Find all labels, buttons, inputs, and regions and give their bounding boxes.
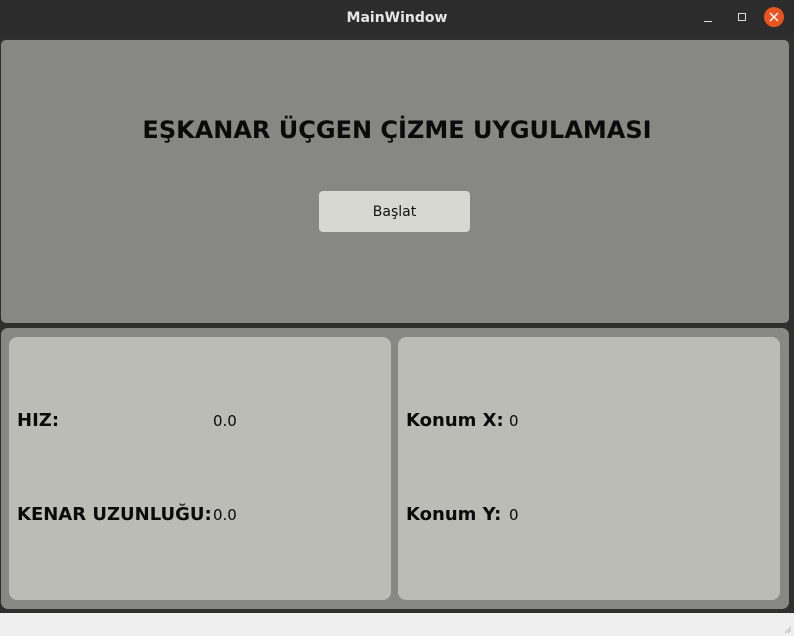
close-icon[interactable] [764, 7, 784, 27]
side-length-label: KENAR UZUNLUĞU: [17, 504, 212, 525]
minimize-icon[interactable] [696, 6, 720, 30]
status-bar [0, 613, 794, 636]
position-y-label: Konum Y: [406, 504, 502, 525]
position-y-value: 0 [509, 506, 519, 524]
speed-value: 0.0 [213, 412, 237, 430]
title-bar: MainWindow [0, 0, 794, 36]
speed-label: HIZ: [17, 410, 60, 431]
app-title: EŞKANAR ÜÇGEN ÇİZME UYGULAMASI [142, 116, 652, 144]
position-x-label: Konum X: [406, 410, 504, 431]
header-panel [1, 40, 789, 323]
maximize-icon[interactable] [730, 6, 754, 30]
motion-card [9, 337, 391, 600]
position-x-value: 0 [509, 412, 519, 430]
window-title: MainWindow [346, 10, 448, 26]
position-card [398, 337, 780, 600]
side-length-value: 0.0 [213, 506, 237, 524]
start-button[interactable]: Başlat [319, 191, 470, 232]
resize-grip-icon[interactable] [782, 624, 792, 634]
